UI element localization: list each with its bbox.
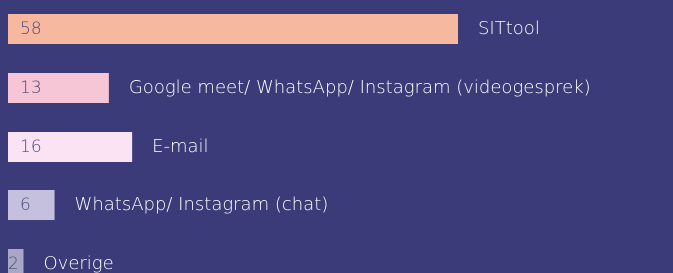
bar-value-label-1: 58 — [20, 19, 42, 39]
bar-value-label-5: 2 — [8, 254, 19, 273]
category-label-3: E-mail — [152, 136, 208, 157]
bar-value-label-2: 13 — [20, 78, 42, 98]
bar-chart: 58 SITtool 13 Google meet/ WhatsApp/ Instag… — [0, 0, 673, 273]
category-label-1: SITtool — [478, 18, 540, 39]
category-label-5: Overige — [44, 253, 114, 273]
bar-value-label-4: 6 — [20, 195, 31, 215]
bar-4 — [8, 190, 55, 220]
bar-value-label-3: 16 — [20, 137, 42, 157]
chart-container: 58 SITtool 13 Google meet/ WhatsApp/ Instag… — [0, 0, 673, 273]
category-label-4: WhatsApp/ Instagram (chat) — [75, 194, 329, 215]
category-label-2: Google meet/ WhatsApp/ Instagram (videog… — [129, 77, 591, 98]
bar-1 — [8, 14, 458, 44]
